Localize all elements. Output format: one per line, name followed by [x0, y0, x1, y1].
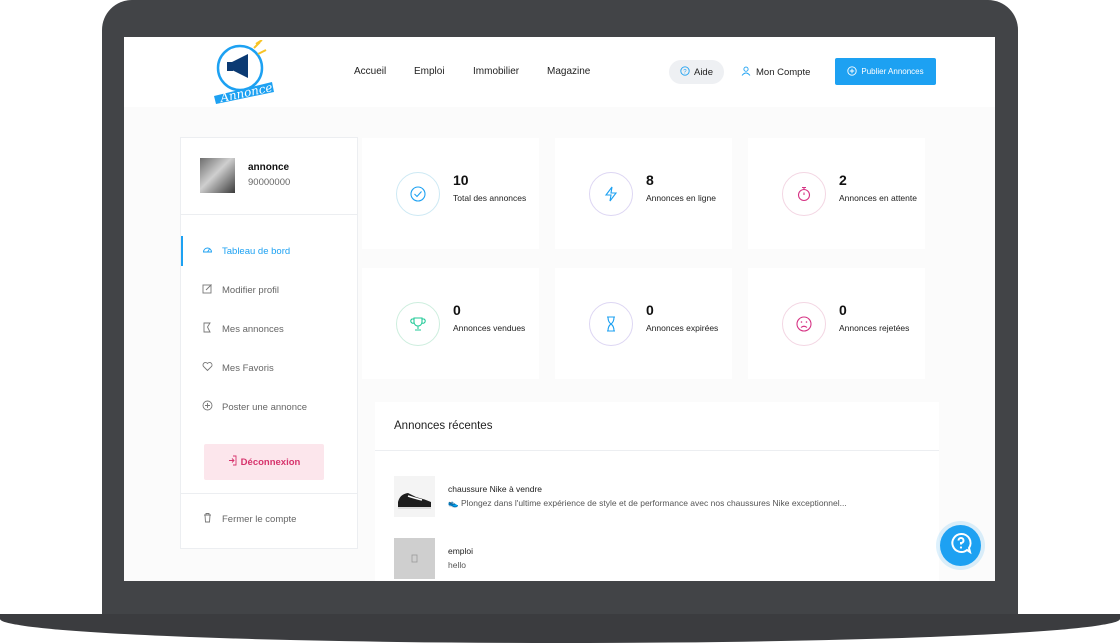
stat-expired: 0 Annonces expirées	[555, 268, 732, 379]
help-label: Aide	[693, 66, 713, 78]
stat-label: Total des annonces	[453, 193, 527, 203]
logout-label: Déconnexion	[240, 456, 301, 468]
stat-value: 2	[839, 172, 847, 188]
edit-icon	[202, 283, 213, 297]
sidebar-item-edit-profile[interactable]: Modifier profil	[181, 275, 357, 305]
logout-button[interactable]: Déconnexion	[204, 444, 324, 480]
recent-divider	[375, 450, 939, 451]
annonce-logo[interactable]: Annonce	[210, 39, 280, 105]
profile-card: annonce 90000000	[181, 138, 357, 215]
stat-value: 10	[453, 172, 469, 188]
stat-pending: 2 Annonces en attente	[748, 138, 925, 249]
sidebar-item-dashboard[interactable]: Tableau de bord	[181, 236, 357, 266]
sidebar: annonce 90000000 Tableau de bord Modifie…	[180, 137, 358, 549]
image-placeholder-icon	[394, 538, 435, 579]
hourglass-icon	[589, 302, 633, 346]
item-description: 👟 Plongez dans l'ultime expérience de st…	[448, 498, 847, 508]
close-account-label: Fermer le compte	[222, 513, 297, 525]
laptop-base	[0, 614, 1120, 643]
heart-icon	[202, 361, 213, 375]
stat-sold: 0 Annonces vendues	[362, 268, 539, 379]
profile-name: annonce	[248, 162, 290, 173]
nav-magazine[interactable]: Magazine	[547, 66, 590, 77]
trophy-icon	[396, 302, 440, 346]
item-title: emploi	[448, 546, 474, 556]
stat-value: 8	[646, 172, 654, 188]
trash-icon	[202, 512, 213, 526]
screen: Annonce Accueil Emploi Immobilier Magazi…	[124, 37, 995, 581]
account-link[interactable]: Mon Compte	[741, 66, 810, 79]
stat-value: 0	[839, 302, 847, 318]
list-item[interactable]: emploi hello	[394, 538, 934, 580]
stat-label: Annonces rejetées	[839, 323, 910, 333]
avatar	[200, 158, 235, 193]
stat-rejected: 0 Annonces rejetées	[748, 268, 925, 379]
stat-label: Annonces en attente	[839, 193, 917, 203]
close-account-button[interactable]: Fermer le compte	[181, 504, 357, 534]
help-button[interactable]: ? Aide	[669, 60, 724, 84]
profile-phone: 90000000	[248, 177, 291, 188]
dashboard-icon	[202, 244, 213, 258]
stat-label: Annonces en ligne	[646, 193, 716, 203]
sidebar-item-label: Modifier profil	[222, 284, 280, 296]
sidebar-item-favorites[interactable]: Mes Favoris	[181, 353, 357, 383]
sidebar-item-label: Mes Favoris	[222, 362, 274, 374]
stat-label: Annonces vendues	[453, 323, 526, 333]
item-title: chaussure Nike à vendre	[448, 484, 543, 494]
stat-value: 0	[646, 302, 654, 318]
stat-value: 0	[453, 302, 461, 318]
plus-circle-icon	[202, 400, 213, 414]
nav-immobilier[interactable]: Immobilier	[473, 66, 519, 77]
stat-online: 8 Annonces en ligne	[555, 138, 732, 249]
recent-ads-panel: Annonces récentes chaussure Nike à vendr…	[375, 402, 939, 581]
logout-icon	[228, 455, 237, 469]
stat-total: 10 Total des annonces	[362, 138, 539, 249]
sidebar-item-label: Poster une annonce	[222, 401, 308, 413]
shoe-thumbnail	[394, 476, 435, 517]
list-item[interactable]: chaussure Nike à vendre 👟 Plongez dans l…	[394, 476, 934, 518]
nav-emploi[interactable]: Emploi	[414, 66, 445, 77]
recent-ads-title: Annonces récentes	[394, 420, 493, 432]
sidebar-item-label: Tableau de bord	[222, 245, 291, 257]
check-circle-icon	[396, 172, 440, 216]
sidebar-divider	[181, 493, 357, 494]
sidebar-item-my-ads[interactable]: Mes annonces	[181, 314, 357, 344]
account-label: Mon Compte	[756, 67, 811, 78]
stopwatch-icon	[782, 172, 826, 216]
question-circle-icon: ?	[680, 65, 690, 79]
nav-accueil[interactable]: Accueil	[354, 66, 386, 77]
publish-button[interactable]: Publier Annonces	[835, 58, 936, 85]
plus-circle-icon	[847, 65, 858, 78]
sidebar-item-post-ad[interactable]: Poster une annonce	[181, 392, 357, 422]
tag-icon	[202, 322, 213, 336]
publish-label: Publier Annonces	[861, 67, 924, 76]
bolt-icon	[589, 172, 633, 216]
question-bubble-icon	[949, 531, 973, 560]
sad-face-icon	[782, 302, 826, 346]
stat-label: Annonces expirées	[646, 323, 719, 333]
help-chat-button[interactable]	[940, 525, 981, 566]
sidebar-item-label: Mes annonces	[222, 323, 284, 335]
user-icon	[741, 66, 751, 79]
item-description: hello	[448, 560, 466, 570]
site-header: Annonce Accueil Emploi Immobilier Magazi…	[124, 37, 995, 107]
